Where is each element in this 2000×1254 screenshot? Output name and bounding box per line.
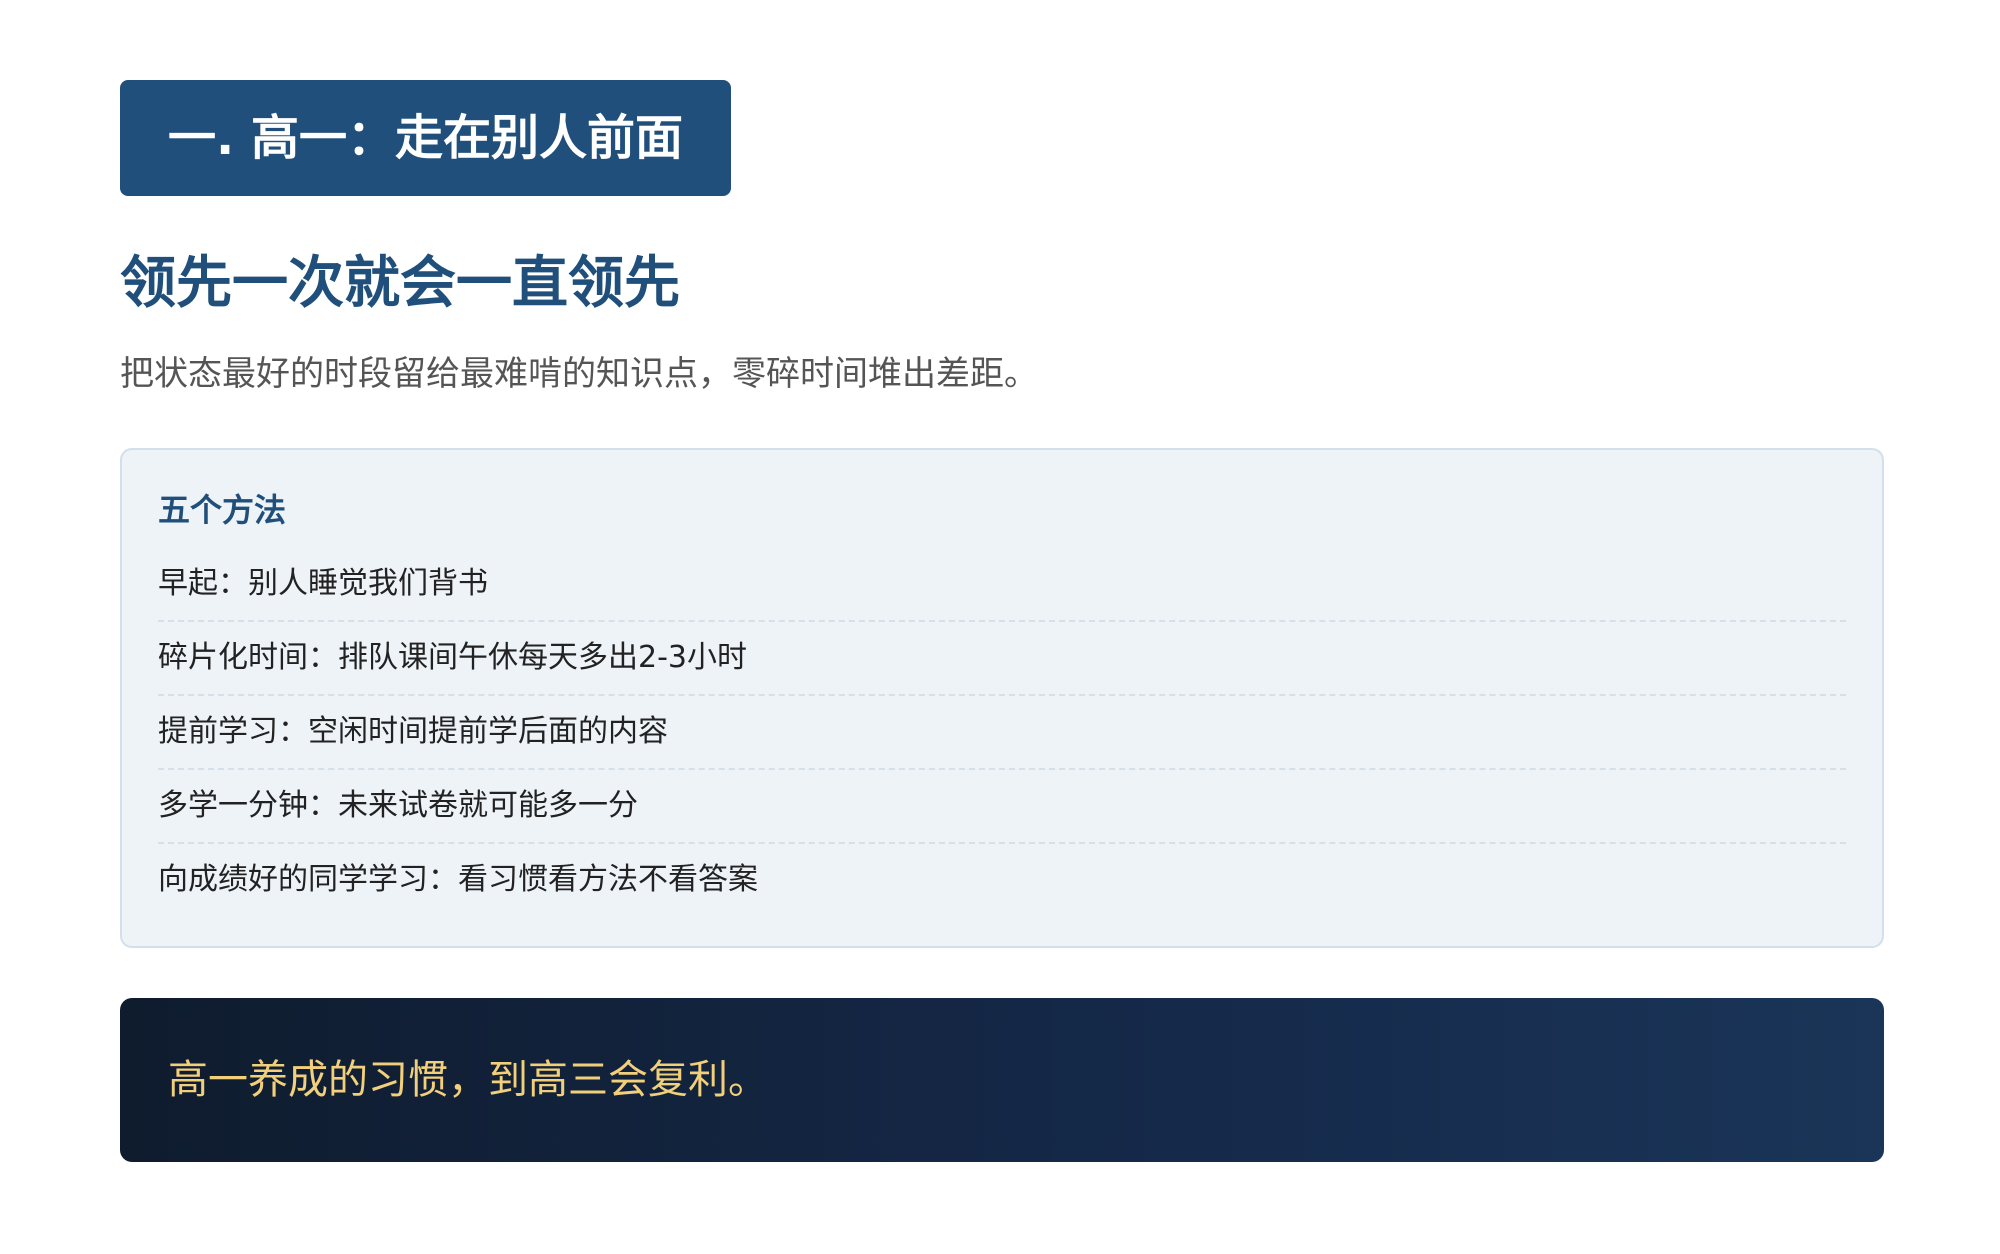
section-badge: 一. 高一：走在别人前面: [120, 80, 731, 196]
methods-card: 五个方法 早起：别人睡觉我们背书 碎片化时间：排队课间午休每天多出2-3小时 提…: [120, 448, 1884, 948]
method-item: 早起：别人睡觉我们背书: [158, 548, 1846, 622]
method-item: 碎片化时间：排队课间午休每天多出2-3小时: [158, 622, 1846, 696]
page-content: 一. 高一：走在别人前面 领先一次就会一直领先 把状态最好的时段留给最难啃的知识…: [120, 80, 1884, 1162]
method-item: 多学一分钟：未来试卷就可能多一分: [158, 770, 1846, 844]
main-title: 领先一次就会一直领先: [120, 251, 680, 316]
callout-banner: 高一养成的习惯，到高三会复利。: [120, 998, 1884, 1162]
methods-title: 五个方法: [158, 491, 287, 529]
callout-text: 高一养成的习惯，到高三会复利。: [168, 1057, 768, 1103]
method-item: 向成绩好的同学学习：看习惯看方法不看答案: [158, 862, 758, 897]
method-item: 提前学习：空闲时间提前学后面的内容: [158, 696, 1846, 770]
subtitle: 把状态最好的时段留给最难啃的知识点，零碎时间堆出差距。: [120, 354, 1038, 394]
